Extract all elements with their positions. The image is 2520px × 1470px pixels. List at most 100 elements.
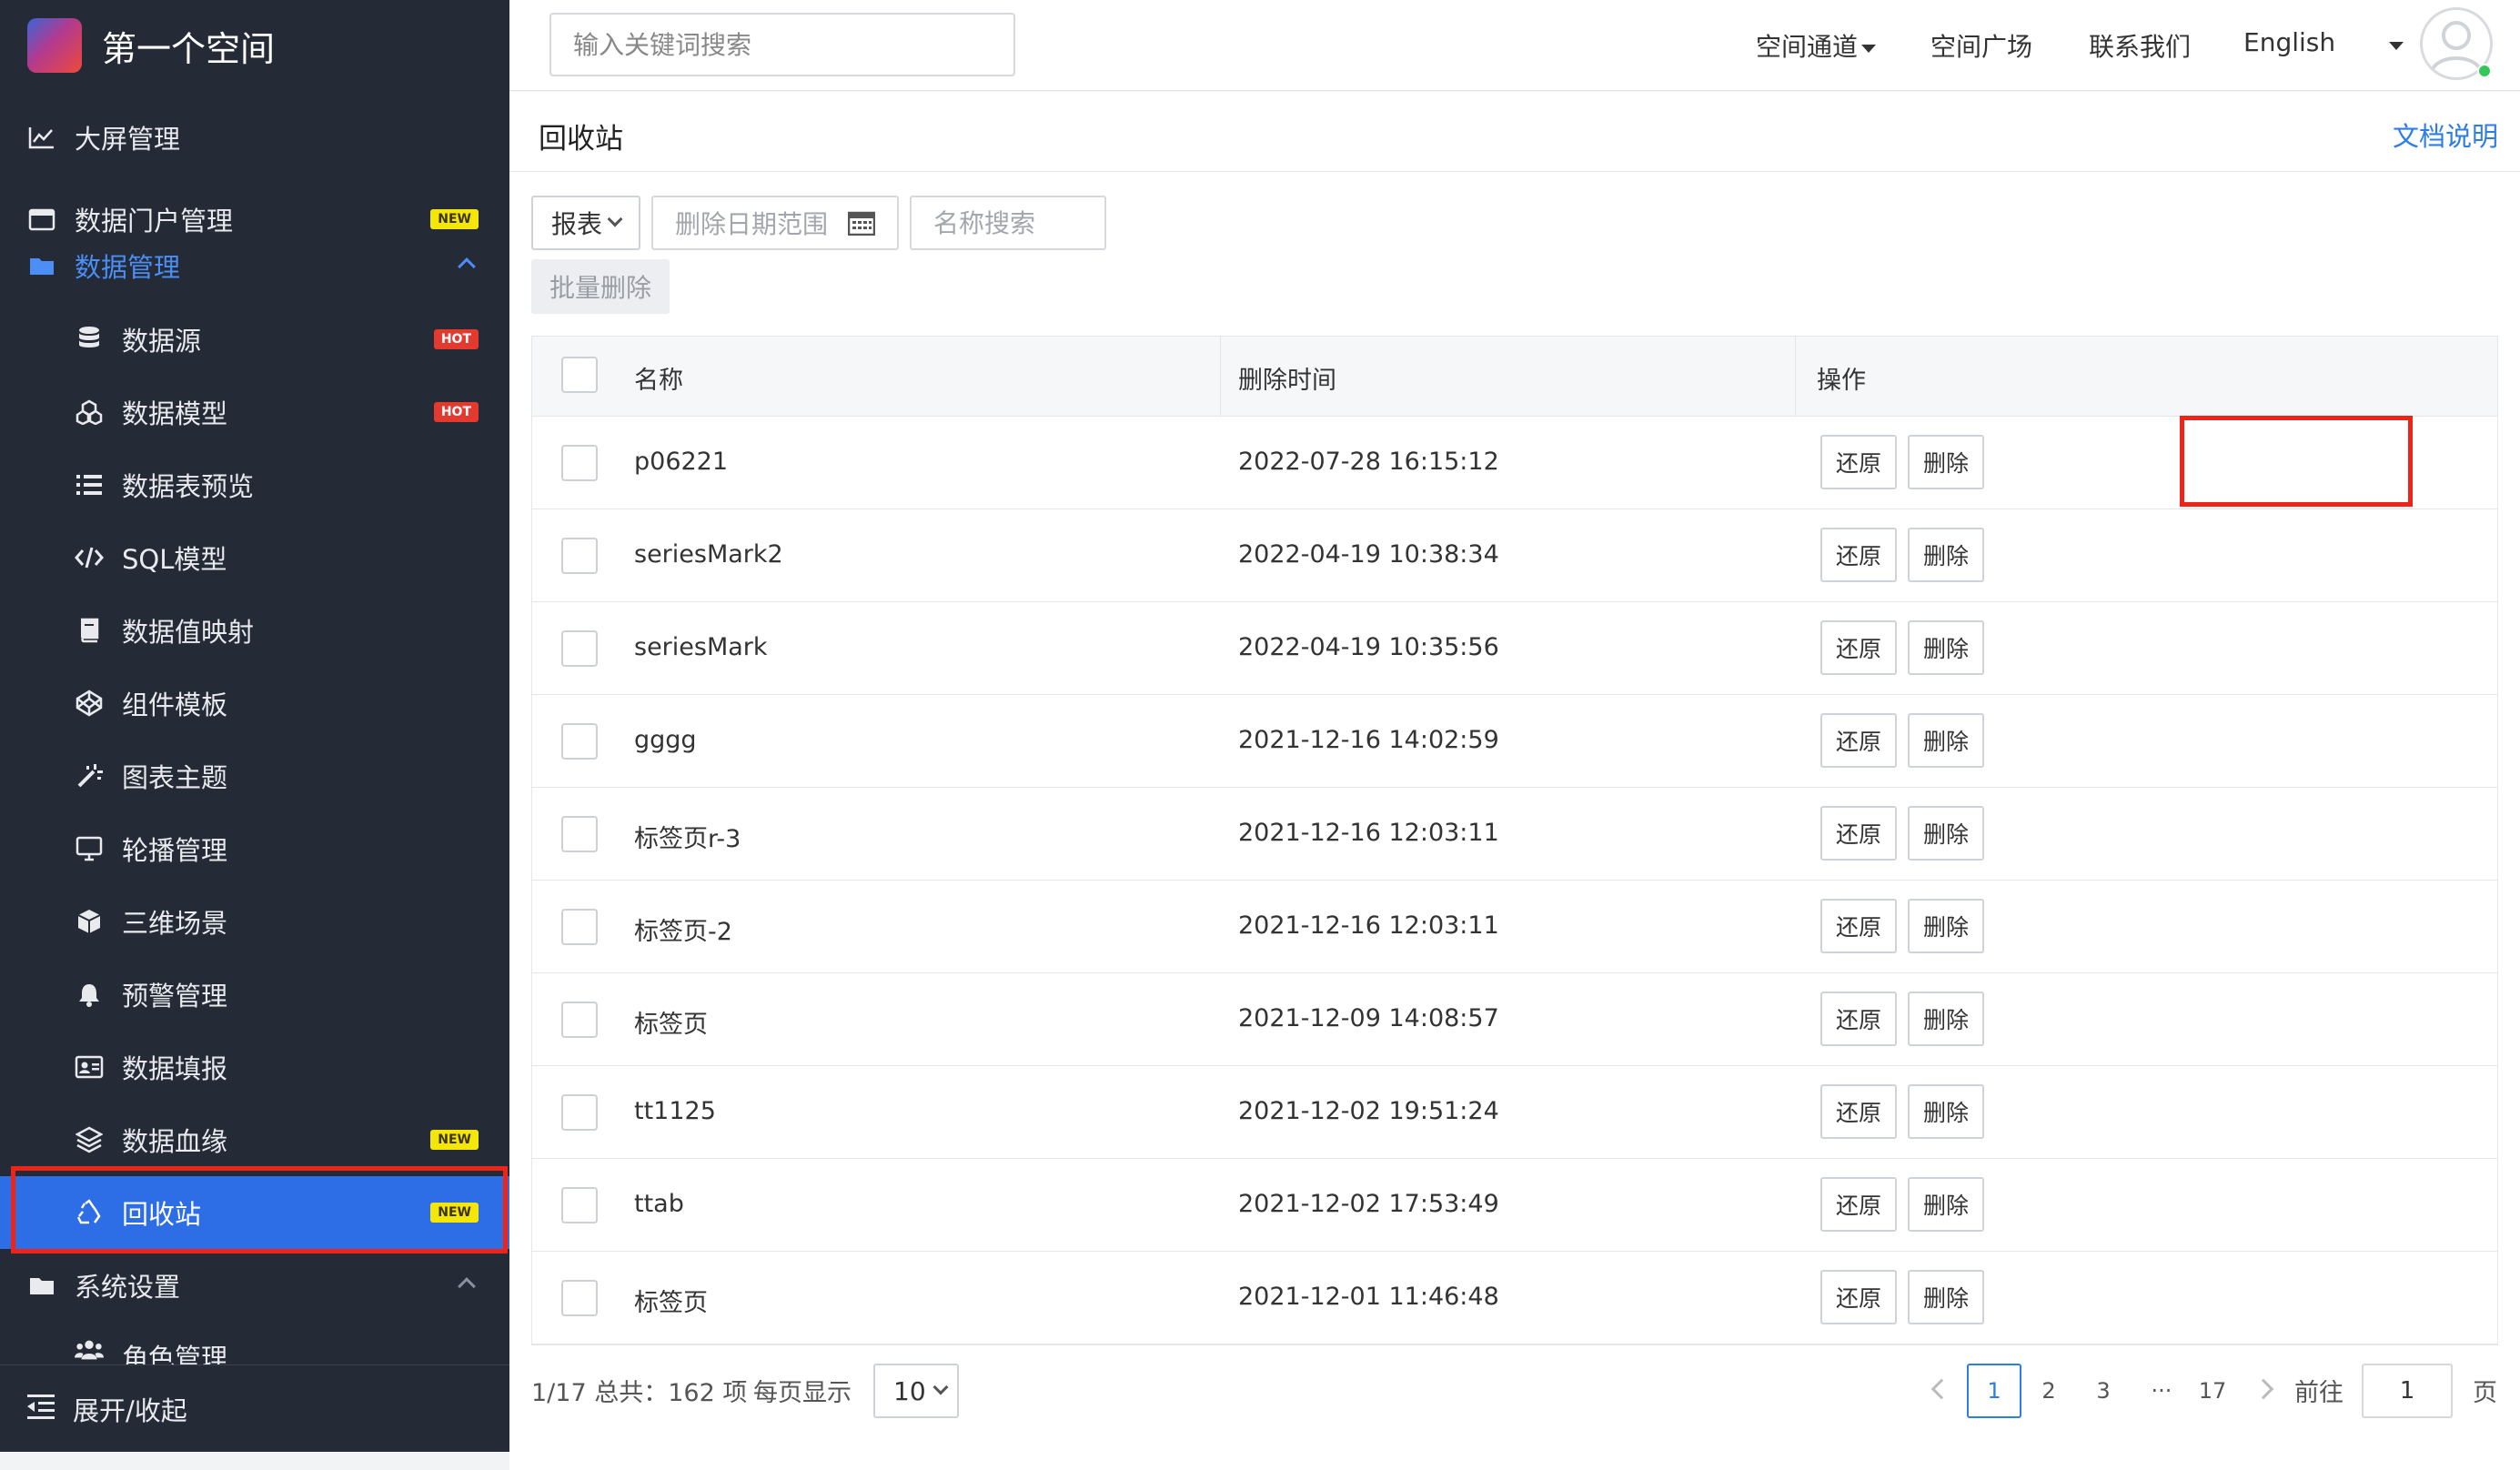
sidebar-item-label: 数据填报 — [122, 1053, 228, 1084]
sidebar-item-7[interactable]: SQL模型 — [0, 521, 509, 594]
row-checkbox[interactable] — [561, 538, 598, 574]
sidebar-item-9[interactable]: 组件模板 — [0, 667, 509, 740]
logo[interactable]: 第一个空间 — [27, 15, 275, 76]
delete-button[interactable]: 删除 — [1908, 713, 1984, 768]
row-checkbox[interactable] — [561, 723, 598, 760]
sidebar-item-13[interactable]: 预警管理 — [0, 958, 509, 1031]
goto-page-input[interactable] — [2362, 1364, 2453, 1418]
sidebar-item-label: 大屏管理 — [75, 124, 181, 155]
row-checkbox[interactable] — [561, 1002, 598, 1038]
page-button[interactable]: 2 — [2031, 1364, 2067, 1418]
doc-link[interactable]: 文档说明 — [2393, 116, 2498, 154]
sidebar-item-label: 组件模板 — [122, 690, 228, 720]
goto-label: 前往 — [2294, 1379, 2344, 1407]
sidebar-item-17[interactable]: 系统设置 — [0, 1249, 509, 1322]
row-deleted-at: 2022-04-19 10:38:34 — [1238, 540, 1499, 569]
top-bar: 空间通道 空间广场 联系我们 English — [509, 0, 2520, 91]
row-checkbox[interactable] — [561, 909, 598, 945]
delete-button[interactable]: 删除 — [1908, 435, 1984, 489]
sidebar-item-12[interactable]: 三维场景 — [0, 885, 509, 958]
sidebar-item-label: 数据值映射 — [122, 617, 255, 648]
restore-button[interactable]: 还原 — [1820, 528, 1897, 582]
sidebar-item-5[interactable]: 数据模型 HOT — [0, 376, 509, 448]
row-checkbox[interactable] — [561, 1187, 598, 1223]
monitor-icon — [75, 834, 104, 863]
restore-button[interactable]: 还原 — [1820, 806, 1897, 861]
global-search-input[interactable] — [549, 13, 1015, 76]
hot-badge: HOT — [433, 329, 479, 349]
sidebar-item-10[interactable]: 图表主题 — [0, 740, 509, 812]
delete-button[interactable]: 删除 — [1908, 1270, 1984, 1324]
name-search-input[interactable] — [910, 196, 1106, 250]
delete-button[interactable]: 删除 — [1908, 899, 1984, 953]
sidebar-item-4[interactable]: 数据源 HOT — [0, 303, 509, 376]
main-content: 回收站 文档说明 报表 删除日期范围 批量删除 名称 删除时间 操作 p0622… — [509, 92, 2520, 1470]
sidebar-item-1[interactable]: 大屏管理 — [0, 101, 509, 174]
page-button[interactable]: 1 — [1967, 1364, 2021, 1418]
delete-button[interactable]: 删除 — [1908, 1177, 1984, 1232]
delete-button[interactable]: 删除 — [1908, 992, 1984, 1046]
nav-contact-us[interactable]: 联系我们 — [2089, 27, 2191, 64]
book-icon — [75, 616, 104, 645]
batch-delete-button[interactable]: 批量删除 — [531, 259, 670, 314]
row-name: seriesMark2 — [634, 540, 783, 569]
new-badge: NEW — [430, 1130, 479, 1150]
delete-button[interactable]: 删除 — [1908, 1084, 1984, 1139]
row-name: 标签页-2 — [634, 918, 732, 946]
table-row: tt1125 2021-12-02 19:51:24 还原 删除 — [532, 1066, 2497, 1159]
table-row: 标签页r-3 2021-12-16 12:03:11 还原 删除 — [532, 788, 2497, 881]
row-checkbox[interactable] — [561, 816, 598, 852]
folder-icon — [27, 251, 56, 280]
collapse-toggle[interactable]: 展开/收起 — [0, 1364, 509, 1452]
row-deleted-at: 2022-07-28 16:15:12 — [1238, 448, 1499, 476]
sidebar-item-3[interactable]: 数据管理 — [0, 229, 509, 302]
users-icon — [75, 1335, 104, 1364]
column-header-deleted-at: 删除时间 — [1238, 367, 1336, 395]
delete-button[interactable]: 删除 — [1908, 620, 1984, 675]
language-dropdown-icon[interactable] — [2389, 42, 2404, 50]
delete-button[interactable]: 删除 — [1908, 806, 1984, 861]
sidebar-item-label: 数据管理 — [75, 252, 181, 283]
nav-space-plaza[interactable]: 空间广场 — [1930, 27, 2032, 64]
page-header: 回收站 文档说明 — [509, 92, 2520, 172]
next-page-icon[interactable] — [2253, 1378, 2274, 1400]
chevron-down-icon — [932, 1379, 949, 1395]
select-all-checkbox[interactable] — [561, 357, 598, 393]
sidebar-item-8[interactable]: 数据值映射 — [0, 594, 509, 667]
sidebar-item-6[interactable]: 数据表预览 — [0, 448, 509, 521]
row-checkbox[interactable] — [561, 445, 598, 481]
nav-space-channel[interactable]: 空间通道 — [1756, 27, 1877, 64]
sidebar-item-14[interactable]: 数据填报 — [0, 1031, 509, 1103]
database-icon — [75, 325, 104, 354]
restore-button[interactable]: 还原 — [1820, 1177, 1897, 1232]
table-row: seriesMark2 2022-04-19 10:38:34 还原 删除 — [532, 509, 2497, 602]
row-checkbox[interactable] — [561, 630, 598, 667]
delete-button[interactable]: 删除 — [1908, 528, 1984, 582]
type-select[interactable]: 报表 — [531, 196, 640, 250]
restore-button[interactable]: 还原 — [1820, 992, 1897, 1046]
nav-language[interactable]: English — [2243, 27, 2335, 57]
cubes-icon — [75, 398, 104, 427]
restore-button[interactable]: 还原 — [1820, 1084, 1897, 1139]
page-size-select[interactable]: 10 — [873, 1364, 959, 1418]
sidebar-item-11[interactable]: 轮播管理 — [0, 812, 509, 885]
page-button[interactable]: 17 — [2194, 1364, 2231, 1418]
date-range-picker[interactable]: 删除日期范围 — [651, 196, 899, 250]
restore-button[interactable]: 还原 — [1820, 1270, 1897, 1324]
row-checkbox[interactable] — [561, 1094, 598, 1131]
table-row: seriesMark 2022-04-19 10:35:56 还原 删除 — [532, 602, 2497, 695]
code-icon — [75, 543, 104, 572]
restore-button[interactable]: 还原 — [1820, 899, 1897, 953]
prev-page-icon[interactable] — [1930, 1378, 1952, 1400]
restore-button[interactable]: 还原 — [1820, 435, 1897, 489]
row-deleted-at: 2021-12-09 14:08:57 — [1238, 1004, 1499, 1032]
row-checkbox[interactable] — [561, 1280, 598, 1316]
restore-button[interactable]: 还原 — [1820, 713, 1897, 768]
column-divider — [1795, 337, 1796, 417]
sidebar-item-18[interactable]: 角色管理 — [0, 1322, 509, 1364]
page-button[interactable]: 3 — [2085, 1364, 2122, 1418]
sidebar-item-15[interactable]: 数据血缘 NEW — [0, 1103, 509, 1176]
restore-button[interactable]: 还原 — [1820, 620, 1897, 675]
column-header-name: 名称 — [634, 367, 683, 395]
type-select-value: 报表 — [551, 209, 603, 239]
